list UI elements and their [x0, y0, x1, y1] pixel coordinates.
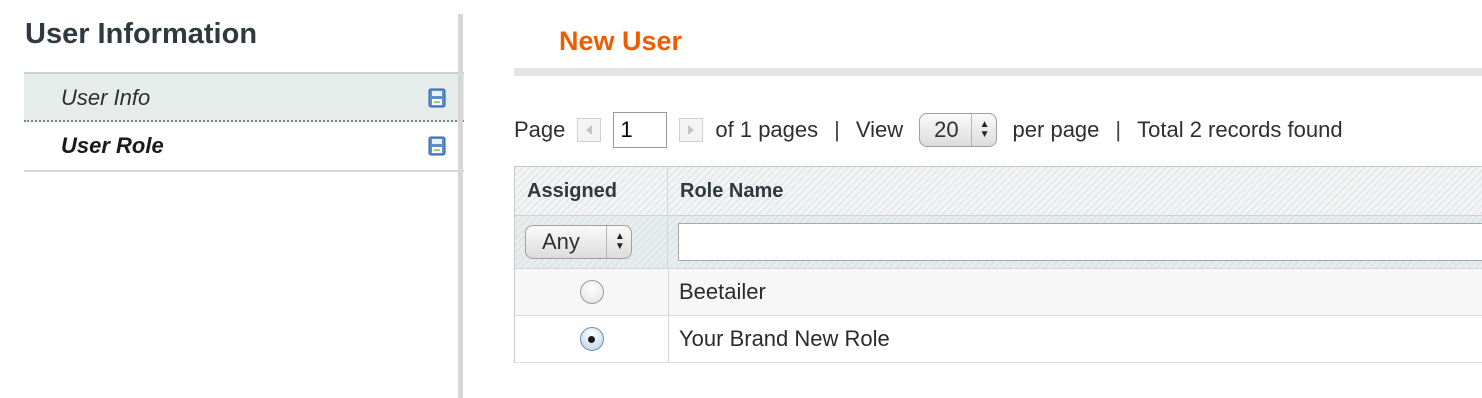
pager: Page of 1 pages | View 20 ▲▼ per page | … — [514, 110, 1343, 150]
assigned-radio[interactable] — [579, 327, 604, 351]
view-label: View — [855, 117, 904, 142]
separator: | — [834, 117, 840, 142]
tab-user-info[interactable]: User Info — [24, 74, 464, 122]
per-page-label: per page — [1012, 117, 1100, 142]
sidebar-title: User Information — [25, 18, 258, 50]
role-name-cell: Your Brand New Role — [679, 326, 890, 351]
role-name-filter-input[interactable] — [678, 223, 1482, 261]
total-records-text: Total 2 records found — [1137, 117, 1343, 142]
role-name-cell: Beetailer — [679, 279, 766, 304]
select-arrows-icon: ▲ ▼ — [605, 226, 625, 258]
tab-user-role[interactable]: User Role — [24, 122, 464, 172]
tab-user-info-label: User Info — [61, 85, 151, 110]
separator: | — [1115, 117, 1122, 142]
prev-page-button[interactable] — [577, 118, 602, 142]
title-divider — [514, 68, 1482, 76]
grid-header: Assigned Role Name — [515, 167, 1482, 216]
assigned-filter-select[interactable]: Any ▲ ▼ — [525, 225, 632, 259]
column-header-assigned[interactable]: Assigned — [515, 167, 668, 215]
per-page-select[interactable]: 20 ▲ ▼ — [919, 113, 997, 147]
tab-user-role-label: User Role — [61, 133, 164, 158]
next-page-button[interactable] — [679, 118, 704, 142]
filter-row: Any ▲ ▼ — [515, 216, 1482, 269]
roles-grid: Assigned Role Name Any ▲ ▼ Beetailer Your… — [514, 166, 1482, 363]
per-page-value: 20 — [934, 117, 959, 142]
sidebar-tabs: User Info User Role — [24, 72, 464, 172]
column-header-role-name[interactable]: Role Name — [668, 167, 1482, 215]
of-pages-text: of 1 pages — [715, 117, 819, 142]
arrow-left-icon — [586, 125, 593, 135]
save-icon — [428, 136, 446, 156]
page-label: Page — [514, 117, 566, 142]
save-icon — [428, 88, 446, 108]
sidebar-divider — [458, 14, 463, 398]
arrow-right-icon — [688, 125, 695, 135]
radio-selected-dot — [588, 335, 595, 343]
sidebar: User Information User Info User Role — [0, 0, 464, 398]
table-row: Beetailer — [515, 269, 1482, 316]
page-input[interactable] — [613, 112, 668, 148]
page-title: New User — [559, 26, 683, 56]
assigned-radio[interactable] — [579, 280, 604, 304]
table-row: Your Brand New Role — [515, 316, 1482, 363]
assigned-filter-value: Any — [542, 229, 580, 254]
select-arrows-icon: ▲ ▼ — [970, 114, 990, 146]
